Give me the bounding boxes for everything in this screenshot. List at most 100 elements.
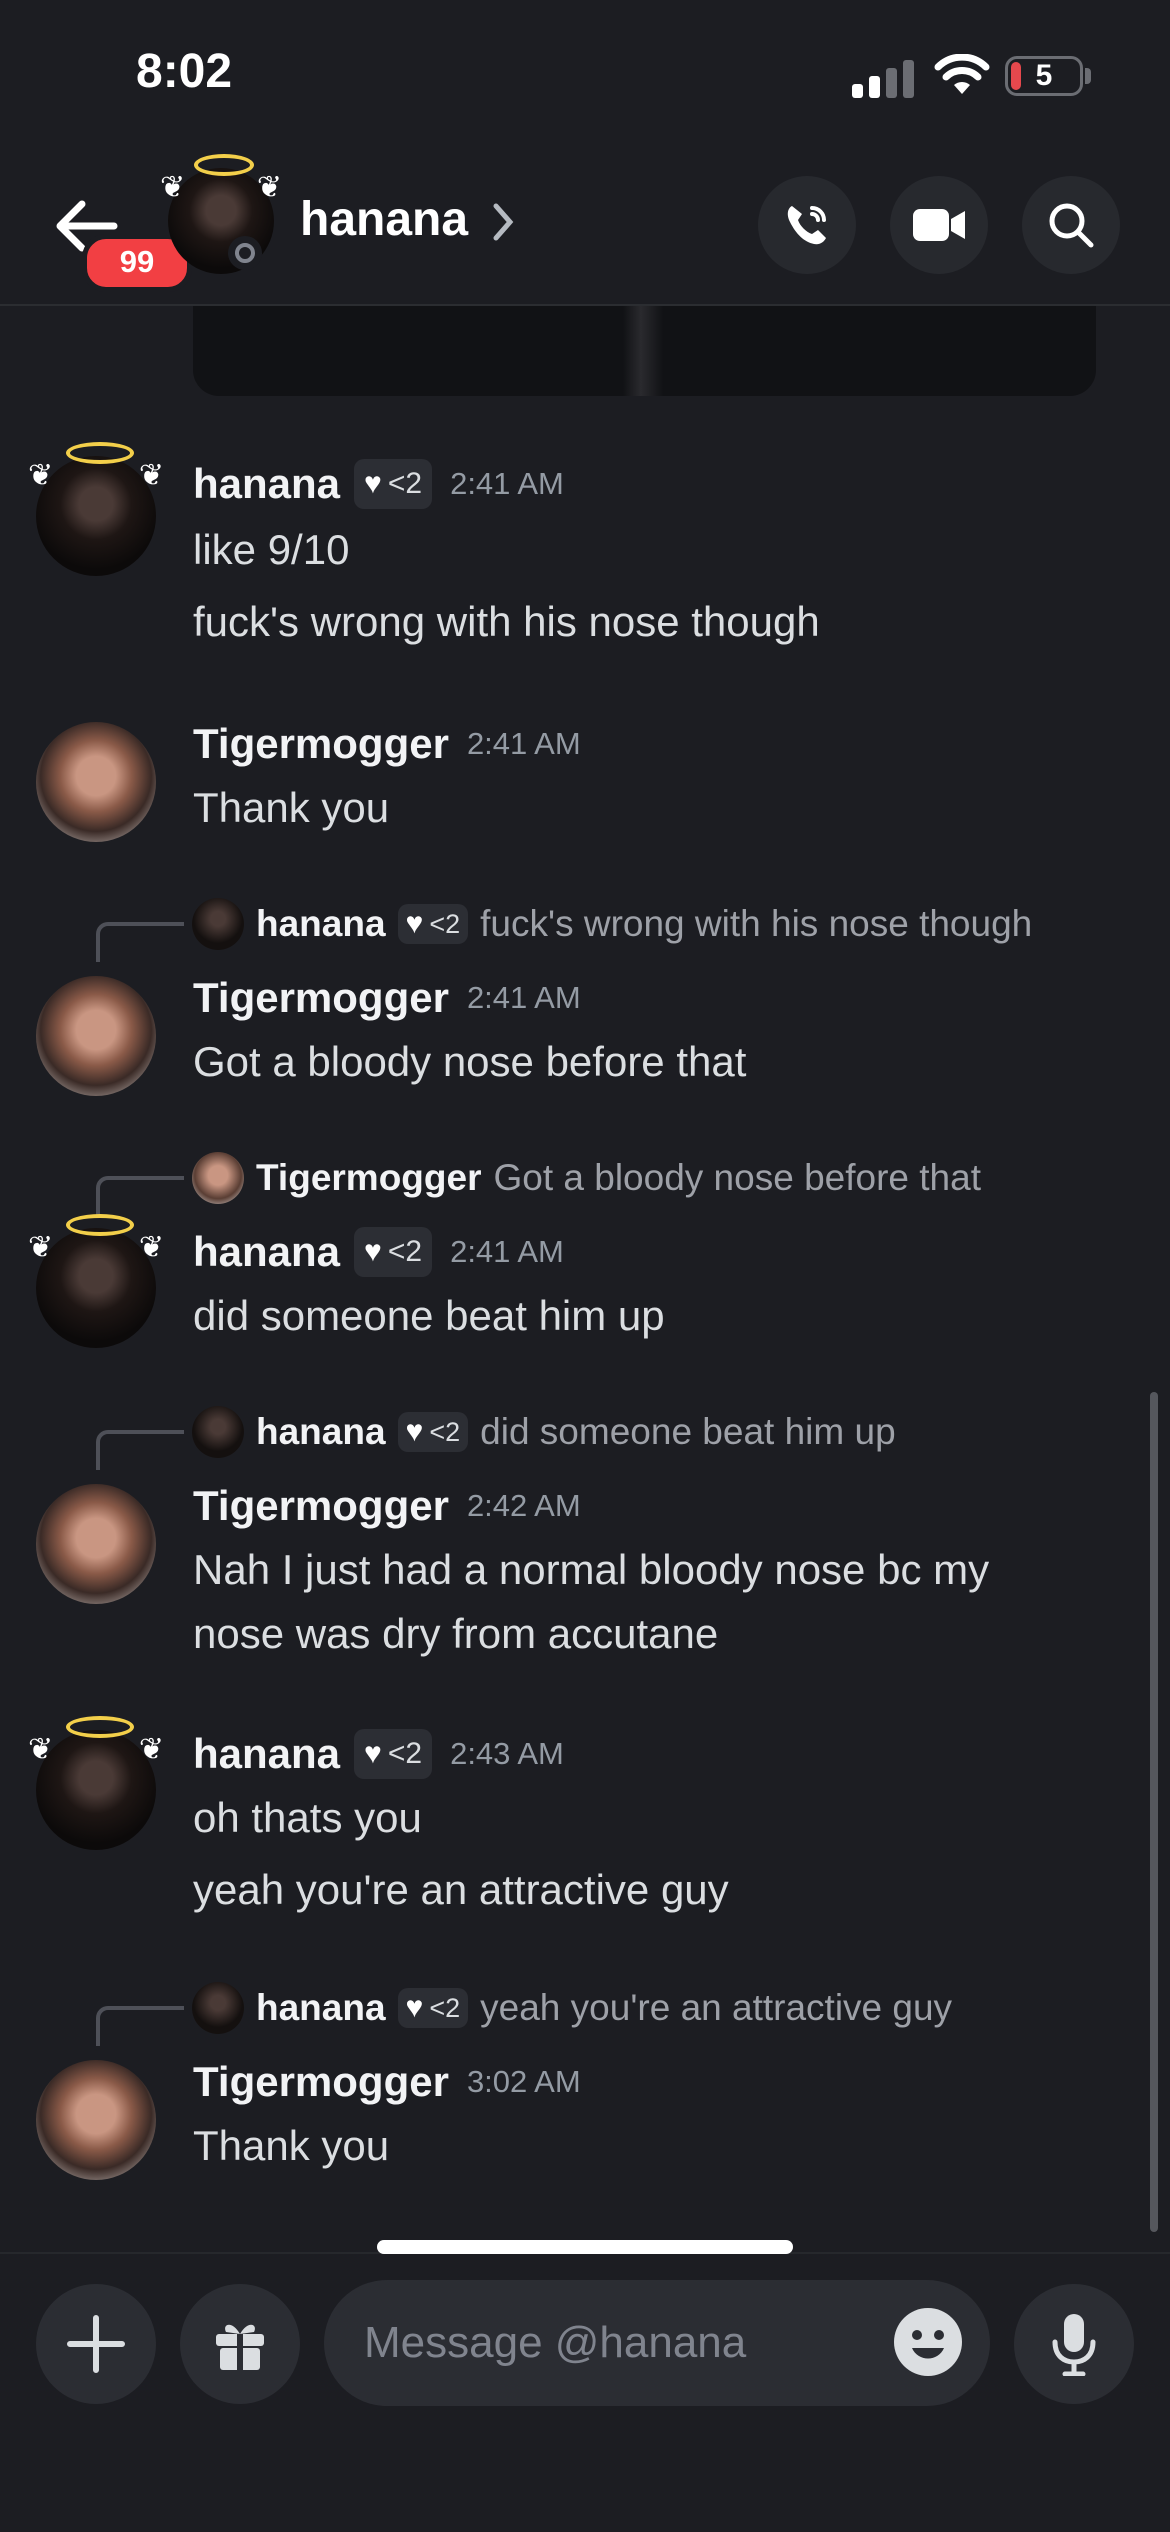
voice-message-button[interactable] [1014, 2284, 1134, 2404]
avatar[interactable]: ❦ ❦ [28, 442, 164, 576]
author-name[interactable]: Tigermogger [193, 1482, 449, 1530]
author-name[interactable]: hanana [193, 1730, 340, 1778]
avatar[interactable] [36, 1484, 156, 1604]
avatar[interactable]: ❦ ❦ [28, 1214, 164, 1348]
message-header: Tigermogger 2:42 AM [193, 1476, 581, 1536]
chevron-right-icon[interactable] [492, 202, 514, 242]
wing-icon: ❦ [160, 171, 186, 204]
heart-icon: ♥ [405, 1415, 424, 1448]
author-name[interactable]: Tigermogger [193, 2058, 449, 2106]
server-tag[interactable]: ♥ <2 [354, 1729, 433, 1779]
wifi-icon [934, 54, 990, 94]
message-text: fuck's wrong with his nose though [193, 598, 820, 645]
message-text: Thank you [193, 2122, 390, 2169]
avatar[interactable] [36, 976, 156, 1096]
wing-icon: ❦ [256, 171, 282, 204]
author-name[interactable]: hanana [193, 1228, 340, 1276]
message-text: Nah I just had a normal bloody nose bc m… [193, 1546, 990, 1593]
gift-icon [216, 2324, 264, 2370]
heart-icon: ♥ [364, 1235, 382, 1268]
avatar[interactable] [36, 722, 156, 842]
message-text: oh thats you [193, 1794, 422, 1841]
reply-author: hanana [256, 1987, 386, 2028]
phone-icon [787, 206, 826, 245]
author-name[interactable]: hanana [193, 460, 340, 508]
scrollbar[interactable] [1150, 1392, 1158, 2232]
server-tag[interactable]: ♥ <2 [354, 459, 433, 509]
message-header: Tigermogger 3:02 AM [193, 2052, 581, 2112]
timestamp: 2:42 AM [466, 1488, 581, 1523]
tag-label: <2 [429, 908, 461, 939]
server-tag: ♥ <2 [397, 904, 469, 944]
wing-icon: ❦ [138, 1231, 164, 1264]
voice-call-button[interactable] [758, 176, 856, 274]
timestamp: 3:02 AM [466, 2064, 581, 2099]
status-bar: 8:02 5 [0, 0, 1170, 150]
heart-icon: ♥ [364, 467, 382, 500]
battery-icon: 5 [1005, 56, 1083, 96]
reply-author: Tigermogger [256, 1157, 482, 1198]
avatar[interactable]: ❦ ❦ [28, 1716, 164, 1850]
message-header: hanana ♥ <2 2:43 AM [193, 1724, 564, 1784]
message-text: yeah you're an attractive guy [193, 1866, 729, 1913]
wing-icon: ❦ [138, 1733, 164, 1766]
wing-icon: ❦ [28, 1231, 54, 1264]
channel-name[interactable]: hanana [300, 192, 468, 247]
reply-avatar [192, 1406, 244, 1458]
author-name[interactable]: Tigermogger [193, 974, 449, 1022]
add-attachment-button[interactable] [36, 2284, 156, 2404]
microphone-icon [1052, 2314, 1096, 2376]
message-text: like 9/10 [193, 526, 350, 573]
video-call-button[interactable] [890, 176, 988, 274]
offline-status-icon [228, 236, 262, 270]
tag-label: <2 [429, 1992, 461, 2023]
plus-icon [67, 2315, 125, 2373]
server-tag: ♥ <2 [397, 1988, 469, 2028]
wing-icon: ❦ [138, 459, 164, 492]
timestamp: 2:41 AM [466, 726, 581, 761]
message-composer: Message @hanana [0, 2252, 1170, 2532]
heart-icon: ♥ [364, 1737, 382, 1770]
reply-author: hanana [256, 1411, 386, 1452]
search-button[interactable] [1022, 176, 1120, 274]
message-header: hanana ♥ <2 2:41 AM [193, 454, 564, 514]
video-camera-icon [913, 209, 965, 241]
dm-header: 99 ❦ ❦ hanana [0, 150, 1170, 306]
avatar[interactable] [36, 2060, 156, 2180]
server-tag[interactable]: ♥ <2 [354, 1227, 433, 1277]
message-list[interactable]: ❦ ❦ hanana ♥ <2 2:41 AM like 9/10 fuck's w… [0, 306, 1170, 2252]
message-input[interactable]: Message @hanana [324, 2280, 990, 2406]
image-attachment[interactable] [193, 306, 1096, 396]
tag-label: <2 [387, 1235, 423, 1268]
heart-icon: ♥ [405, 907, 424, 940]
message-text: Got a bloody nose before that [193, 1038, 747, 1085]
reply-author: hanana [256, 903, 386, 944]
author-name[interactable]: Tigermogger [193, 720, 449, 768]
reply-text: Got a bloody nose before that [493, 1157, 981, 1198]
cellular-signal-icon [852, 58, 914, 98]
message-header: hanana ♥ <2 2:41 AM [193, 1222, 564, 1282]
wing-icon: ❦ [28, 1733, 54, 1766]
reply-avatar [192, 1152, 244, 1204]
emoji-icon[interactable] [892, 2306, 964, 2378]
message-text: Thank you [193, 784, 390, 831]
timestamp: 2:41 AM [466, 980, 581, 1015]
message-text: did someone beat him up [193, 1292, 665, 1339]
home-indicator[interactable] [377, 2240, 793, 2254]
timestamp: 2:43 AM [450, 1736, 564, 1771]
reply-text: fuck's wrong with his nose though [480, 903, 1033, 944]
timestamp: 2:41 AM [450, 466, 564, 501]
timestamp: 2:41 AM [450, 1234, 564, 1269]
search-icon [1049, 203, 1094, 248]
message-header: Tigermogger 2:41 AM [193, 968, 581, 1028]
wing-icon: ❦ [28, 459, 54, 492]
gift-button[interactable] [180, 2284, 300, 2404]
battery-level: 5 [1035, 59, 1053, 92]
message-text: nose was dry from accutane [193, 1610, 719, 1657]
tag-label: <2 [429, 1416, 461, 1447]
status-time: 8:02 [136, 45, 233, 98]
tag-label: <2 [387, 1737, 423, 1770]
reply-avatar [192, 898, 244, 950]
reply-avatar [192, 1982, 244, 2034]
server-tag: ♥ <2 [397, 1412, 469, 1452]
